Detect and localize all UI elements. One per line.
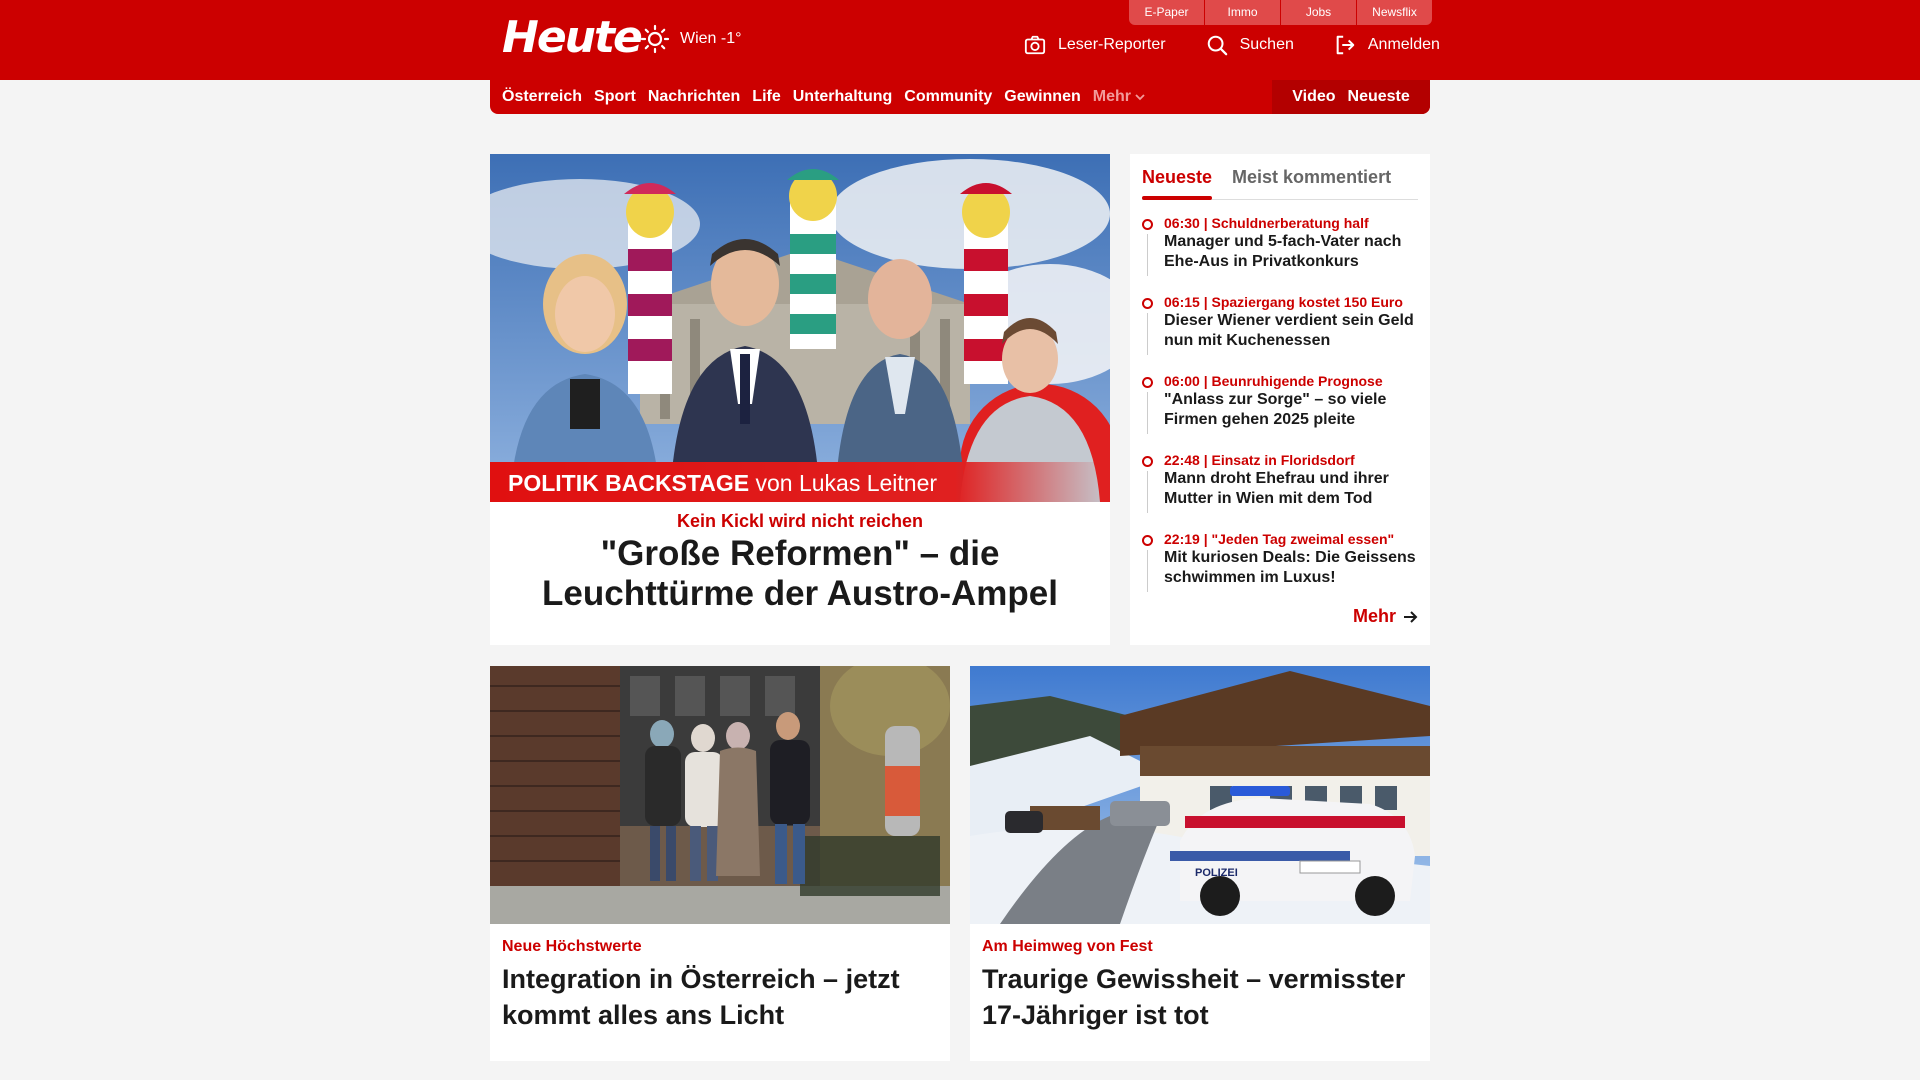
login-icon: [1336, 35, 1355, 55]
street-photo: [490, 666, 950, 924]
top-header: Heute Wien -1° E-Paper Immo Jobs Newsfli…: [0, 0, 1920, 80]
search-button[interactable]: Suchen: [1206, 34, 1294, 56]
nav-sport[interactable]: Sport: [594, 88, 636, 106]
ticker-item[interactable]: 22:19 | "Jeden Tag zweimal essen" Mit ku…: [1142, 530, 1422, 609]
nav-community[interactable]: Community: [904, 88, 992, 106]
nav-nachrichten[interactable]: Nachrichten: [648, 88, 740, 106]
nav-life[interactable]: Life: [752, 88, 780, 106]
news-timeline: 06:30 | Schuldnerberatung half Manager u…: [1142, 214, 1422, 609]
ticker-title[interactable]: Manager und 5-fach-Vater nach Ehe-Aus in…: [1164, 232, 1422, 272]
link-newsflix[interactable]: Newsflix: [1357, 0, 1432, 25]
top-links: E-Paper Immo Jobs Newsflix: [1129, 0, 1432, 25]
hero-kicker: Kein Kickl wird nicht reichen: [676, 511, 924, 531]
ticker-meta: 06:30 | Schuldnerberatung half: [1164, 215, 1369, 231]
search-icon: [1207, 35, 1227, 56]
sidebar-more-link[interactable]: Mehr: [1353, 606, 1418, 627]
camera-icon: [1024, 35, 1046, 55]
ticker-meta: 06:00 | Beunruhigende Prognose: [1164, 373, 1383, 389]
card-kicker: Neue Höchstwerte: [502, 938, 642, 955]
timeline-dot-icon: [1142, 219, 1153, 230]
ticker-title[interactable]: "Anlass zur Sorge" – so viele Firmen geh…: [1164, 390, 1422, 430]
card-kicker: Am Heimweg von Fest: [982, 938, 1153, 955]
news-ticker-sidebar: Neueste Meist kommentiert 06:30 | Schuld…: [1130, 154, 1430, 645]
svg-text:POLITIK BACKSTAGE von Lukas Le: POLITIK BACKSTAGE von Lukas Leitner: [508, 470, 937, 496]
timeline-dot-icon: [1142, 377, 1153, 388]
link-epaper[interactable]: E-Paper: [1129, 0, 1204, 25]
leser-reporter-button[interactable]: Leser-Reporter: [1024, 34, 1166, 56]
timeline-dot-icon: [1142, 535, 1153, 546]
hero-image[interactable]: POLITIK BACKSTAGE von Lukas Leitner: [490, 154, 1110, 502]
card-headline[interactable]: Integration in Österreich – jetzt kommt …: [502, 961, 942, 1033]
ticker-title[interactable]: Dieser Wiener verdient sein Geld nun mit…: [1164, 311, 1422, 351]
timeline-line: [1147, 234, 1148, 276]
leser-reporter-label: Leser-Reporter: [1058, 36, 1166, 53]
ticker-item[interactable]: 06:30 | Schuldnerberatung half Manager u…: [1142, 214, 1422, 293]
hero-headline[interactable]: "Große Reformen" – die Leuchttürme der A…: [510, 534, 1090, 614]
ticker-title[interactable]: Mann droht Ehefrau und ihrer Mutter in W…: [1164, 469, 1422, 509]
nav-gewinnen[interactable]: Gewinnen: [1004, 88, 1080, 106]
timeline-line: [1147, 313, 1148, 355]
police-car-label: POLIZEI: [1195, 867, 1238, 879]
article-image[interactable]: [490, 666, 950, 924]
nav-more-label: Mehr: [1092, 88, 1131, 105]
weather-widget[interactable]: Wien -1°: [640, 24, 742, 54]
card-headline[interactable]: Traurige Gewissheit – vermisster 17-Jähr…: [982, 961, 1422, 1033]
hero-photo: POLITIK BACKSTAGE von Lukas Leitner: [490, 154, 1110, 502]
nav-neueste[interactable]: Neueste: [1348, 88, 1410, 106]
tab-meist-kommentiert[interactable]: Meist kommentiert: [1232, 154, 1391, 199]
hero-banner-author: von Lukas Leitner: [749, 470, 937, 496]
arrow-right-icon: [1404, 610, 1418, 623]
article-card[interactable]: POLIZEI Am Heimweg von Fest Traurige Gew…: [970, 666, 1430, 1061]
sidebar-tabs: Neueste Meist kommentiert: [1142, 154, 1418, 200]
sidebar-more-label: Mehr: [1352, 606, 1396, 626]
nav-more[interactable]: Mehr: [1093, 88, 1145, 106]
weather-text: Wien -1°: [680, 30, 742, 47]
timeline-line: [1147, 550, 1148, 592]
ticker-meta: 06:15 | Spaziergang kostet 150 Euro: [1164, 294, 1403, 310]
article-card[interactable]: Neue Höchstwerte Integration in Österrei…: [490, 666, 950, 1061]
search-label: Suchen: [1239, 36, 1294, 53]
login-button[interactable]: Anmelden: [1334, 34, 1440, 56]
nav-oesterreich[interactable]: Österreich: [502, 88, 582, 106]
nav-video[interactable]: Video: [1292, 88, 1335, 106]
heute-logo[interactable]: Heute: [502, 14, 643, 62]
ticker-item[interactable]: 06:00 | Beunruhigende Prognose "Anlass z…: [1142, 372, 1422, 451]
ticker-meta: 22:19 | "Jeden Tag zweimal essen": [1164, 531, 1395, 547]
tab-neueste[interactable]: Neueste: [1142, 154, 1213, 200]
hero-article[interactable]: POLITIK BACKSTAGE von Lukas Leitner Kein…: [490, 154, 1110, 645]
main-nav: Österreich Sport Nachrichten Life Unterh…: [490, 80, 1430, 114]
ticker-item[interactable]: 06:15 | Spaziergang kostet 150 Euro Dies…: [1142, 293, 1422, 372]
ticker-meta: 22:48 | Einsatz in Floridsdorf: [1164, 452, 1355, 468]
timeline-line: [1147, 392, 1148, 434]
timeline-dot-icon: [1142, 456, 1153, 467]
nav-right-group: Video Neueste: [1272, 80, 1430, 114]
link-jobs[interactable]: Jobs: [1281, 0, 1356, 25]
nav-unterhaltung[interactable]: Unterhaltung: [793, 88, 893, 106]
link-immo[interactable]: Immo: [1205, 0, 1280, 25]
article-image[interactable]: POLIZEI: [970, 666, 1430, 924]
sun-icon: [640, 24, 670, 54]
ticker-item[interactable]: 22:48 | Einsatz in Floridsdorf Mann droh…: [1142, 451, 1422, 530]
header-actions: Leser-Reporter Suchen Anmelden: [1024, 34, 1440, 56]
chevron-down-icon: [1135, 94, 1145, 101]
login-label: Anmelden: [1367, 36, 1440, 53]
ticker-title[interactable]: Mit kuriosen Deals: Die Geissens schwimm…: [1164, 548, 1422, 588]
timeline-dot-icon: [1142, 298, 1153, 309]
winter-police-photo: POLIZEI: [970, 666, 1430, 924]
timeline-line: [1147, 471, 1148, 513]
hero-banner-bold: POLITIK BACKSTAGE: [508, 470, 749, 496]
